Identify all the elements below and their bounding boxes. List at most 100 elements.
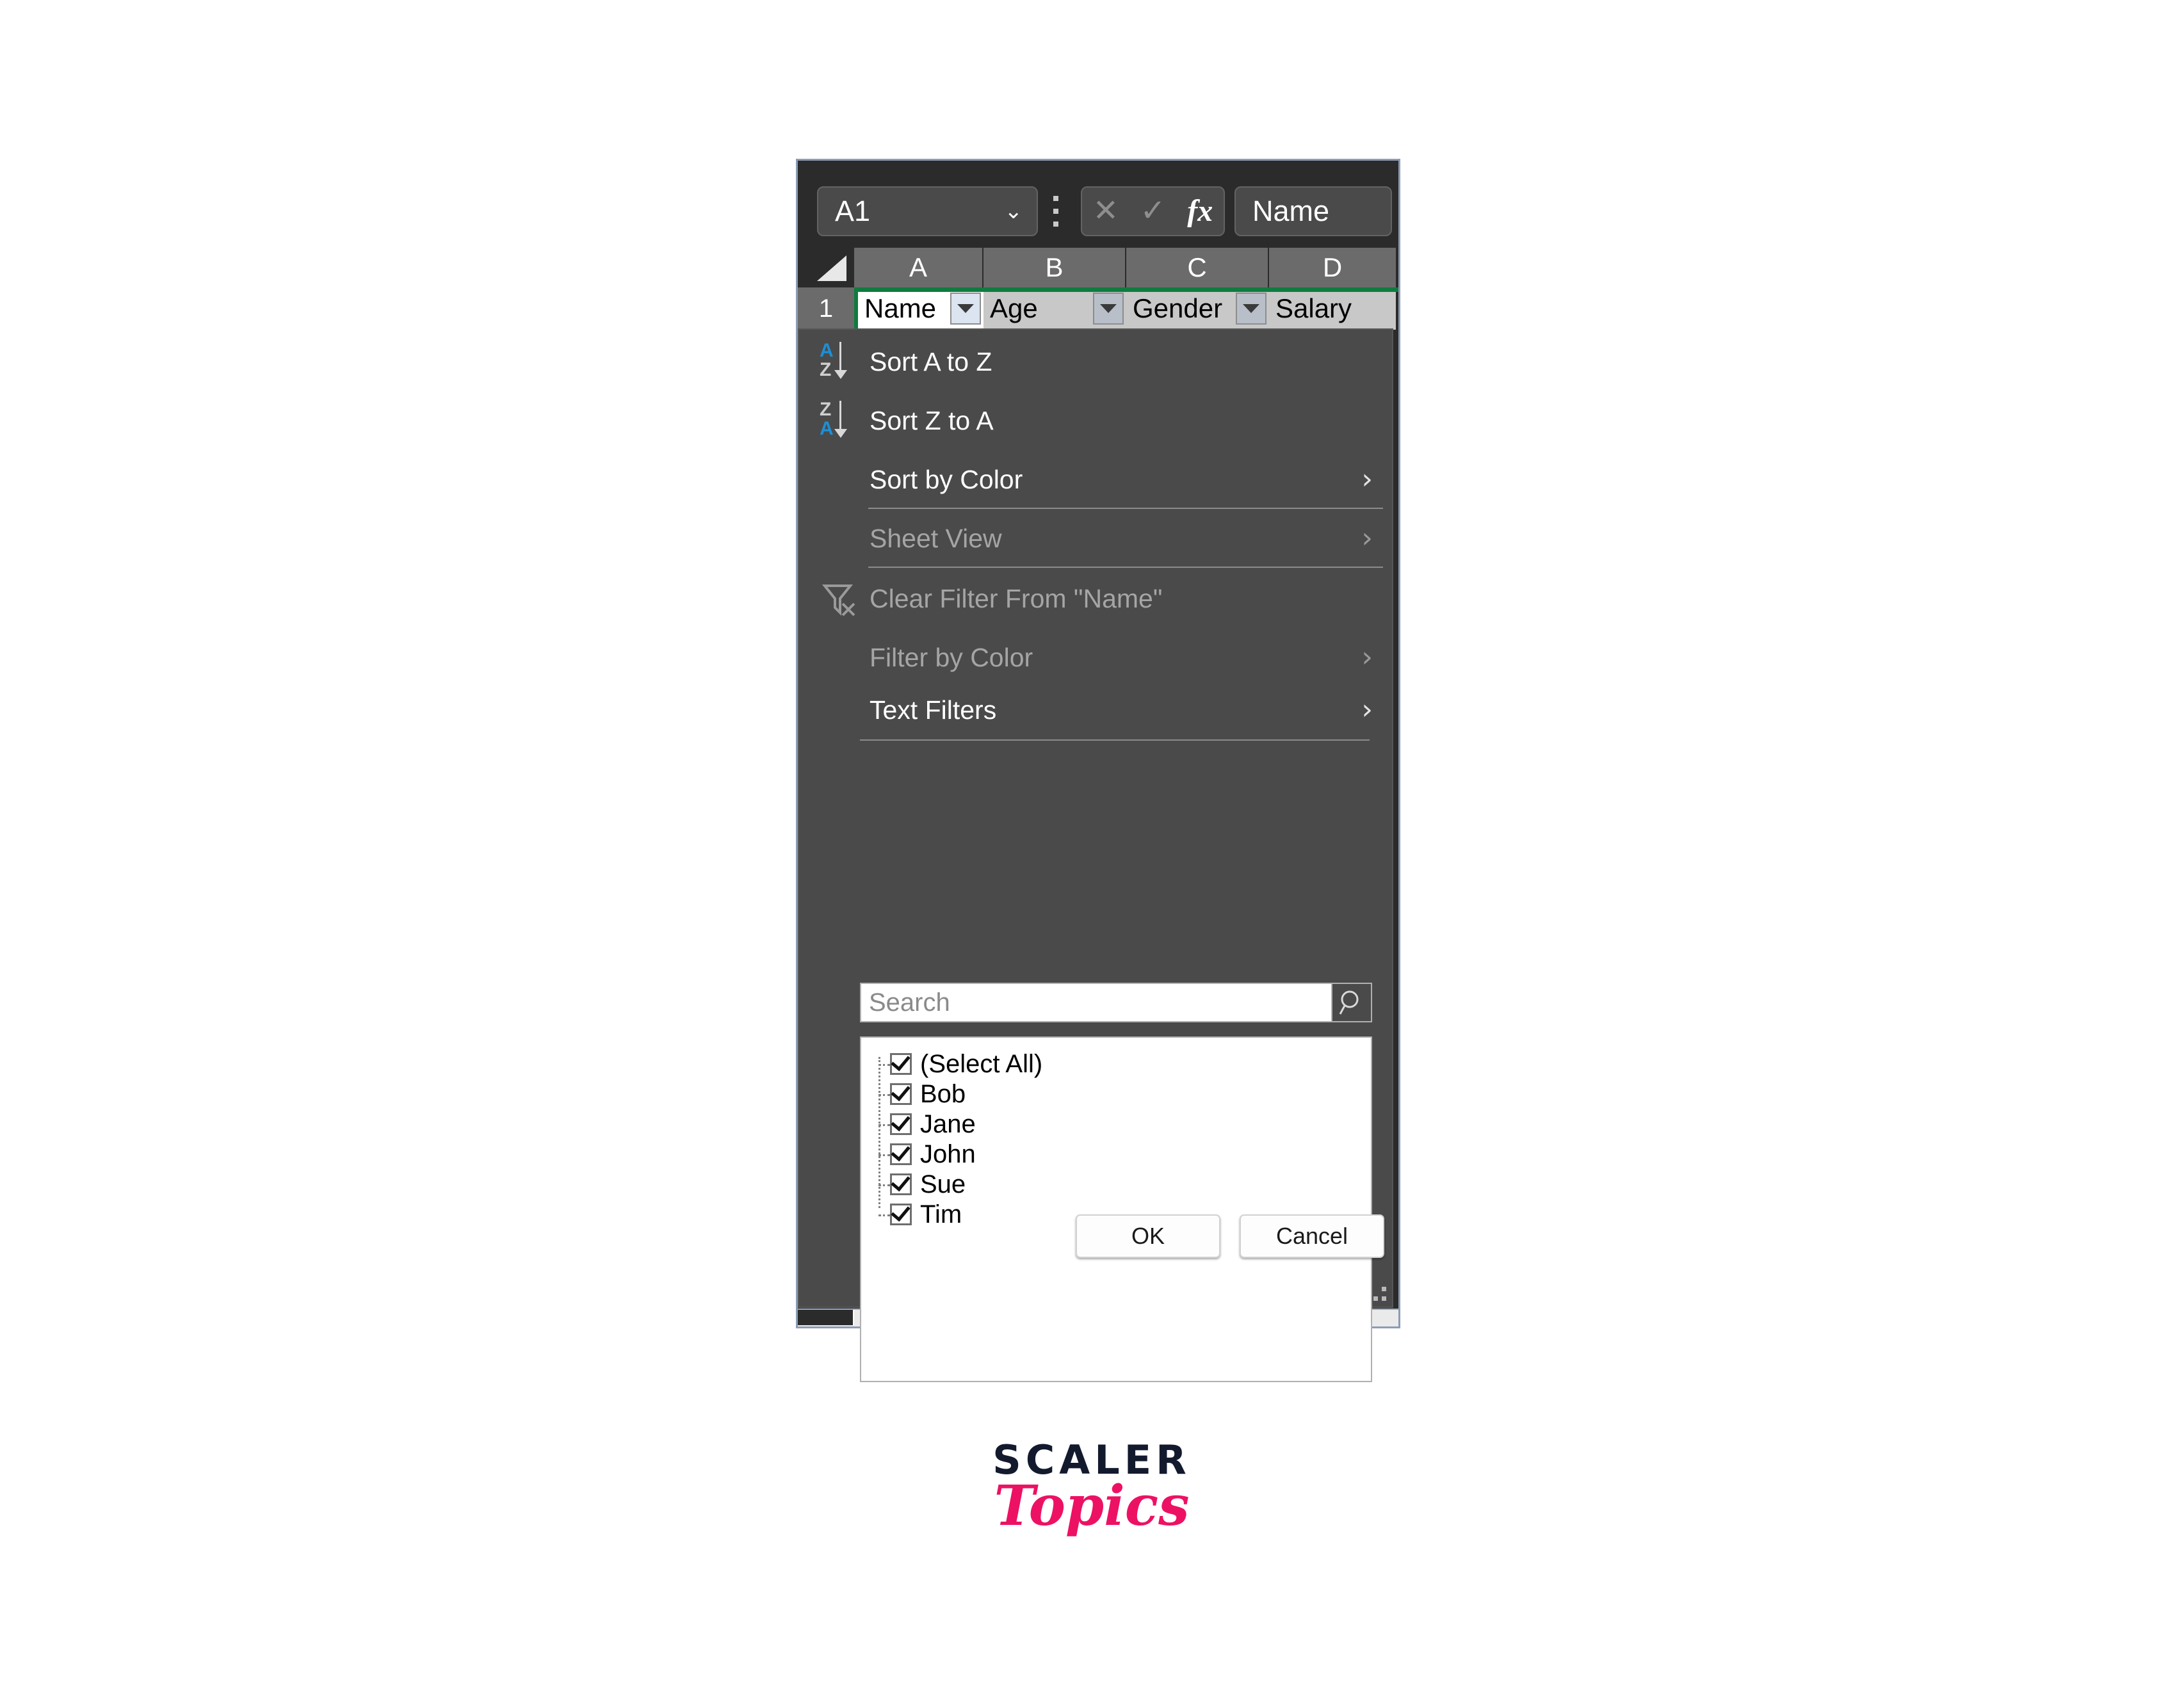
list-item[interactable]: Sue — [861, 1170, 1371, 1199]
caret-down-icon — [1243, 304, 1259, 313]
kebab-dot — [1053, 196, 1058, 201]
logo-topics-text: Topics — [994, 1474, 1190, 1538]
formula-action-group: ✕ ✓ fx — [1081, 186, 1225, 236]
list-item[interactable]: Bob — [861, 1079, 1371, 1109]
column-header-c[interactable]: C — [1126, 248, 1269, 287]
name-box-value: A1 — [835, 195, 871, 227]
filter-search-row — [860, 983, 1372, 1022]
kebab-dot — [1053, 209, 1058, 214]
grip-dot — [1382, 1287, 1386, 1291]
check-icon — [891, 1141, 910, 1162]
checkbox-checked[interactable] — [890, 1171, 912, 1195]
tree-elbow — [878, 1184, 890, 1186]
check-icon — [891, 1201, 910, 1222]
menu-separator — [868, 508, 1383, 509]
resize-grip-icon[interactable] — [1370, 1287, 1386, 1301]
scrollbar-divider — [853, 1310, 854, 1325]
excel-window: A1 ⌄ ✕ ✓ fx Name A B C D 1 Name Age Gend… — [796, 159, 1400, 1382]
menu-separator — [868, 567, 1383, 568]
select-all-triangle-icon — [817, 255, 846, 281]
cell-d1[interactable]: Salary — [1269, 287, 1396, 330]
menu-item-label: Sort A to Z — [870, 346, 992, 376]
menu-item-label: Clear Filter From "Name" — [870, 583, 1163, 613]
grip-dot — [1382, 1296, 1386, 1301]
check-icon — [891, 1051, 910, 1072]
filter-value-list[interactable]: (Select All) Bob Jane John Sue Tim — [860, 1036, 1372, 1382]
list-item[interactable]: John — [861, 1140, 1371, 1169]
clear-filter-icon — [818, 578, 859, 619]
list-item-label: Jane — [920, 1109, 976, 1138]
checkbox-checked[interactable] — [890, 1201, 912, 1225]
ok-button[interactable]: OK — [1076, 1214, 1220, 1258]
name-box[interactable]: A1 ⌄ — [817, 186, 1038, 236]
menu-item-label: Sort by Color — [870, 464, 1023, 494]
list-item-label: Bob — [920, 1079, 966, 1108]
grip-dot — [1373, 1296, 1378, 1301]
list-item-label: John — [920, 1140, 976, 1168]
menu-item-label: Text Filters — [870, 695, 997, 725]
column-header-row: A B C D — [798, 248, 1398, 287]
sheet-row-1: 1 Name Age Gender Salary — [798, 287, 1398, 330]
list-item-label: Sue — [920, 1170, 966, 1198]
filter-button-gender[interactable] — [1236, 293, 1267, 325]
select-all-corner[interactable] — [798, 248, 854, 287]
scrollbar-thumb[interactable] — [798, 1310, 853, 1325]
list-item[interactable]: Jane — [861, 1109, 1371, 1139]
tree-elbow — [878, 1094, 890, 1096]
fx-icon[interactable]: fx — [1187, 196, 1213, 227]
x-icon[interactable]: ✕ — [1093, 196, 1119, 227]
search-icon[interactable] — [1332, 983, 1372, 1022]
menu-item-sheet-view: Sheet View › — [799, 512, 1392, 565]
menu-item-sort-by-color[interactable]: Sort by Color › — [799, 453, 1392, 506]
more-options-icon[interactable] — [1053, 196, 1059, 227]
sort-a-to-z-icon: A Z — [818, 341, 859, 382]
filter-button-name[interactable] — [950, 293, 981, 325]
cancel-button[interactable]: Cancel — [1240, 1214, 1384, 1258]
menu-item-clear-filter: Clear Filter From "Name" — [799, 572, 1392, 625]
check-icon[interactable]: ✓ — [1140, 196, 1165, 227]
chevron-down-icon[interactable]: ⌄ — [1005, 200, 1023, 222]
caret-down-icon — [957, 304, 974, 313]
kebab-dot — [1053, 222, 1058, 227]
sort-z-to-a-icon: Z A — [818, 400, 859, 441]
menu-item-sort-a-to-z[interactable]: A Z Sort A to Z — [799, 335, 1392, 389]
check-icon — [891, 1081, 910, 1102]
tree-elbow — [878, 1214, 890, 1216]
check-icon — [891, 1171, 910, 1192]
scaler-topics-logo: SCALER Topics — [986, 1440, 1197, 1535]
formula-input[interactable]: Name — [1234, 186, 1392, 236]
menu-item-label: Sort Z to A — [870, 405, 994, 435]
checkbox-checked[interactable] — [890, 1111, 912, 1135]
chevron-right-icon: › — [1361, 641, 1373, 673]
chevron-right-icon: › — [1361, 463, 1373, 495]
tree-elbow — [878, 1154, 890, 1156]
check-icon — [891, 1111, 910, 1132]
list-item-label: Tim — [920, 1200, 962, 1229]
search-input[interactable] — [860, 983, 1332, 1022]
checkbox-checked[interactable] — [890, 1141, 912, 1165]
tree-elbow — [878, 1064, 890, 1066]
list-item-label: (Select All) — [920, 1049, 1043, 1078]
row-header-1[interactable]: 1 — [798, 287, 854, 330]
menu-item-label: Filter by Color — [870, 642, 1033, 672]
menu-item-text-filters[interactable]: Text Filters › — [799, 683, 1392, 737]
column-header-b[interactable]: B — [983, 248, 1126, 287]
table-header-green-line — [854, 287, 1398, 292]
menu-item-filter-by-color: Filter by Color › — [799, 631, 1392, 684]
checkbox-checked[interactable] — [890, 1051, 912, 1075]
column-header-a[interactable]: A — [854, 248, 983, 287]
menu-item-sort-z-to-a[interactable]: Z A Sort Z to A — [799, 394, 1392, 447]
tree-elbow — [878, 1124, 890, 1126]
menu-item-label: Sheet View — [870, 523, 1002, 553]
chevron-right-icon: › — [1361, 693, 1373, 726]
column-header-d[interactable]: D — [1269, 248, 1396, 287]
filter-dropdown-panel: A Z Sort A to Z Z A Sort Z to A Sort by … — [798, 328, 1393, 1382]
menu-separator — [860, 739, 1370, 741]
filter-button-age[interactable] — [1093, 293, 1124, 325]
chevron-right-icon: › — [1361, 522, 1373, 554]
formula-value: Name — [1252, 195, 1330, 227]
list-item[interactable]: (Select All) — [861, 1049, 1371, 1079]
caret-down-icon — [1100, 304, 1117, 313]
formula-bar: A1 ⌄ ✕ ✓ fx Name — [798, 161, 1398, 248]
checkbox-checked[interactable] — [890, 1081, 912, 1105]
